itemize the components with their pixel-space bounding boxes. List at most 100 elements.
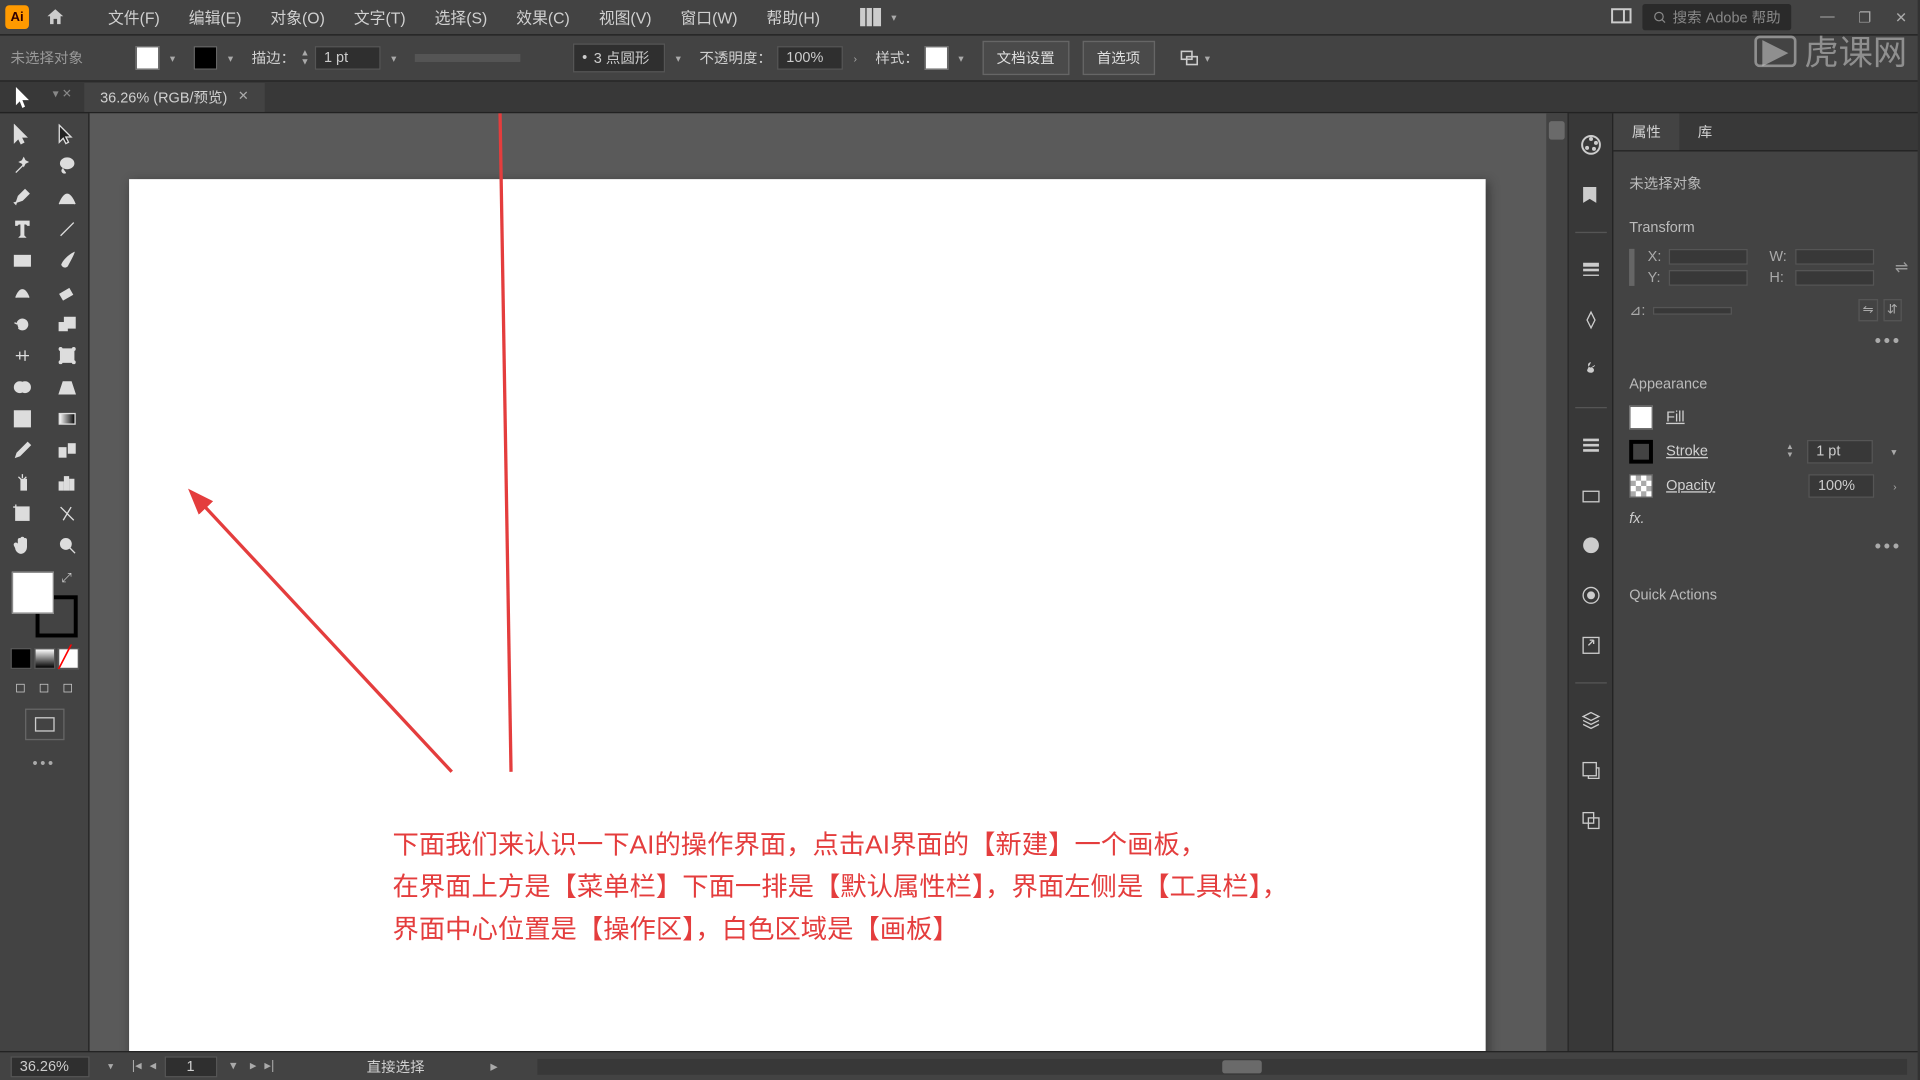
blend-tool[interactable] [47,435,87,467]
eraser-tool[interactable] [47,277,87,309]
edit-toolbar-icon[interactable]: ••• [0,748,88,780]
eyedropper-tool[interactable] [3,435,43,467]
fill-swatch[interactable] [136,46,160,70]
h-input[interactable] [1795,270,1874,286]
stepper-icon[interactable]: ▲▼ [300,49,309,67]
magic-wand-tool[interactable] [3,150,43,182]
tab-properties[interactable]: 属性 [1613,113,1679,150]
menu-view[interactable]: 视图(V) [586,1,665,34]
brushes-panel-icon[interactable] [1577,307,1603,333]
appearance-panel-icon[interactable] [1577,532,1603,558]
w-input[interactable] [1795,249,1874,265]
opacity-swatch[interactable] [1629,474,1653,498]
x-input[interactable] [1669,249,1748,265]
draw-behind-icon[interactable]: ◻ [34,677,55,698]
artboard-number[interactable]: 1 [164,1056,217,1077]
stroke-link[interactable]: Stroke [1666,444,1773,460]
line-tool[interactable] [47,213,87,245]
free-transform-tool[interactable] [47,340,87,372]
maximize-icon[interactable]: ❐ [1853,6,1877,28]
menu-window[interactable]: 窗口(W) [667,1,750,34]
shape-builder-tool[interactable] [3,371,43,403]
gradient-tool[interactable] [47,403,87,435]
y-input[interactable] [1669,270,1748,286]
chevron-right-icon[interactable]: › [848,52,862,64]
reference-point-grid[interactable] [1629,249,1634,286]
fill-color-swatch[interactable] [1629,406,1653,430]
symbol-sprayer-tool[interactable] [3,466,43,498]
dash-preset[interactable]: •3 点圆形 [573,43,665,72]
layers-panel-icon[interactable] [1577,707,1603,733]
menu-effect[interactable]: 效果(C) [503,1,583,34]
vertical-scrollbar[interactable] [1546,113,1567,1051]
minimize-icon[interactable]: — [1815,6,1840,28]
color-gradient[interactable] [34,648,55,669]
stroke-swatch-group[interactable]: ▾ [194,46,239,70]
paintbrush-tool[interactable] [47,245,87,277]
opacity-input[interactable]: 100% [777,46,843,70]
document-tab[interactable]: 36.26% (RGB/预览) ✕ [84,82,264,111]
lasso-tool[interactable] [47,150,87,182]
direct-selection-tool[interactable] [47,119,87,151]
menu-object[interactable]: 对象(O) [257,1,338,34]
arrange-docs-icon[interactable]: ▾ [860,8,902,26]
shaper-tool[interactable] [3,277,43,309]
brush-preset[interactable] [415,54,520,62]
chevron-down-icon[interactable]: ▾ [953,52,969,64]
stroke-swatch[interactable] [194,46,218,70]
graph-tool[interactable] [47,466,87,498]
export-panel-icon[interactable] [1577,632,1603,658]
preferences-button[interactable]: 首选项 [1082,41,1154,75]
curvature-tool[interactable] [47,182,87,214]
flip-vertical-icon[interactable]: ⇵ [1883,299,1902,321]
first-artboard-icon[interactable]: |◂ [132,1059,142,1073]
chevron-down-icon[interactable]: ▾ [1886,446,1902,458]
asset-export-icon[interactable] [1577,757,1603,783]
stroke-color-swatch[interactable] [1629,440,1653,464]
draw-inside-icon[interactable]: ◻ [57,677,78,698]
chevron-down-icon[interactable]: ▾ [225,1059,242,1073]
hand-tool[interactable] [3,529,43,561]
prev-artboard-icon[interactable]: ◂ [150,1059,157,1073]
close-icon[interactable]: ✕ [1890,6,1913,28]
tab-libraries[interactable]: 库 [1679,113,1730,150]
mesh-tool[interactable] [3,403,43,435]
color-none[interactable]: ╱ [57,648,78,669]
swatches-panel-icon[interactable] [1577,182,1603,208]
chevron-down-icon[interactable]: ▾ [223,52,239,64]
layout-icon[interactable] [1611,7,1632,27]
fx-label[interactable]: fx. [1629,511,1902,527]
type-tool[interactable] [3,213,43,245]
pen-tool[interactable] [3,182,43,214]
slice-tool[interactable] [47,498,87,530]
canvas-area[interactable]: 下面我们来认识一下AI的操作界面，点击AI界面的【新建】一个画板， 在界面上方是… [90,113,1568,1051]
color-panel-icon[interactable] [1577,132,1603,158]
artboard[interactable]: 下面我们来认识一下AI的操作界面，点击AI界面的【新建】一个画板， 在界面上方是… [129,179,1486,1051]
zoom-level[interactable]: 36.26% [11,1056,90,1077]
menu-edit[interactable]: 编辑(E) [176,1,255,34]
horizontal-scrollbar[interactable] [537,1058,1907,1074]
transform-panel-icon[interactable] [1577,482,1603,508]
menu-type[interactable]: 文字(T) [341,1,419,34]
chevron-down-icon[interactable]: ▾ [165,52,181,64]
chevron-down-icon[interactable]: ▾ [103,1060,119,1072]
artboard-tool[interactable] [3,498,43,530]
align-panel-icon[interactable] [1577,432,1603,458]
link-wh-icon[interactable]: ⇌ [1895,258,1908,276]
stroke-weight-input[interactable]: 1 pt [315,46,381,70]
fill-link[interactable]: Fill [1666,410,1902,426]
transparency-panel-icon[interactable] [1577,582,1603,608]
draw-normal-icon[interactable]: ◻ [10,677,31,698]
menu-file[interactable]: 文件(F) [95,1,173,34]
style-swatch[interactable] [924,46,948,70]
artboards-panel-icon[interactable] [1577,807,1603,833]
status-play-icon[interactable]: ▸ [490,1058,497,1075]
chevron-right-icon[interactable]: › [1888,480,1902,492]
chevron-down-icon[interactable]: ▾ [386,52,402,64]
stroke-panel-icon[interactable] [1577,257,1603,283]
selection-tool[interactable] [3,119,43,151]
document-setup-button[interactable]: 文档设置 [982,41,1069,75]
more-transform-options[interactable]: ••• [1629,329,1902,350]
next-artboard-icon[interactable]: ▸ [250,1059,257,1073]
scale-tool[interactable] [47,308,87,340]
